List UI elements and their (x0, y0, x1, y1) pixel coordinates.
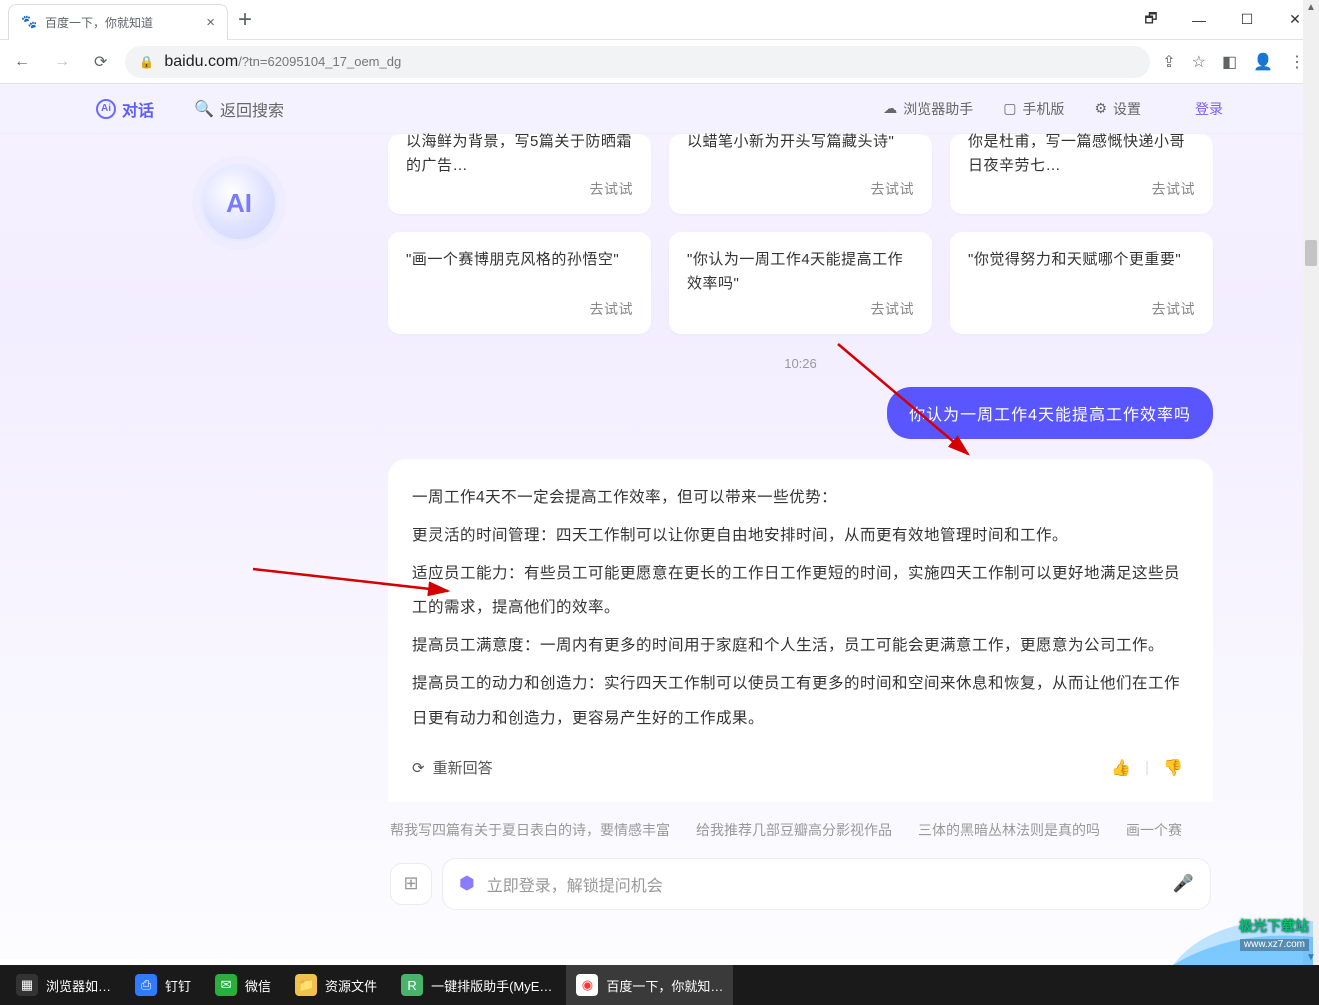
prompt-card[interactable]: "你认为一周工作4天能提高工作效率吗"去试试 (669, 232, 932, 334)
try-button[interactable]: 去试试 (1152, 298, 1196, 320)
new-tab-button[interactable]: + (238, 6, 252, 34)
baidu-favicon-icon: 🐾 (21, 14, 37, 30)
suggestion-cards-row1: 以海鲜为背景，写5篇关于防晒霜的广告…去试试 以蜡笔小新为开头写篇藏头诗"去试试… (388, 134, 1213, 214)
main-column: 以海鲜为背景，写5篇关于防晒霜的广告…去试试 以蜡笔小新为开头写篇藏头诗"去试试… (388, 134, 1319, 959)
gear-icon: ⚙ (1094, 100, 1107, 117)
back-to-search[interactable]: 🔍 返回搜索 (194, 97, 284, 121)
login-link[interactable]: 登录 (1195, 99, 1223, 119)
back-to-search-label: 返回搜索 (220, 97, 284, 121)
baidu-header: Ai 对话 🔍 返回搜索 ☁浏览器助手 ▢手机版 ⚙设置 登录 (0, 84, 1319, 134)
mobile-link[interactable]: ▢手机版 (1003, 99, 1064, 119)
url-text: baidu.com/?tn=62095104_17_oem_dg (164, 53, 401, 71)
prompt-card[interactable]: "你觉得努力和天赋哪个更重要"去试试 (950, 232, 1213, 334)
regenerate-button[interactable]: 重新回答 (433, 757, 493, 778)
taskbar-item[interactable]: R一键排版助手(MyE… (391, 965, 562, 1005)
side-panel-icon[interactable]: ◧ (1222, 52, 1237, 72)
ai-logo-icon: Ai (96, 99, 116, 119)
suggestion-chip[interactable]: 给我推荐几部豆瓣高分影视作品 (696, 820, 892, 840)
try-button[interactable]: 去试试 (871, 178, 915, 200)
prompt-card[interactable]: 你是杜甫，写一篇感慨快递小哥日夜辛劳七…去试试 (950, 134, 1213, 214)
watermark-title: 极光下载站 (1239, 919, 1309, 933)
chat-tab[interactable]: Ai 对话 (96, 97, 154, 121)
sidebar: AI (90, 134, 388, 959)
taskbar-item[interactable]: ▦浏览器如… (6, 965, 121, 1005)
taskbar-item[interactable]: 📁资源文件 (285, 965, 387, 1005)
taskbar-item[interactable]: ⎙钉钉 (125, 965, 201, 1005)
refresh-icon[interactable]: ⟳ (412, 759, 425, 777)
page-body: AI 以海鲜为背景，写5篇关于防晒霜的广告…去试试 以蜡笔小新为开头写篇藏头诗"… (0, 134, 1319, 959)
suggestion-chip[interactable]: 画一个赛 (1126, 820, 1182, 840)
ai-message: 一周工作4天不一定会提高工作效率，但可以带来一些优势： 更灵活的时间管理：四天工… (388, 459, 1213, 750)
prompt-card[interactable]: 以蜡笔小新为开头写篇藏头诗"去试试 (669, 134, 932, 214)
minimize-button[interactable]: — (1175, 0, 1223, 40)
scroll-up-icon[interactable]: ▲ (1303, 2, 1319, 13)
lock-icon: 🔒 (139, 55, 154, 69)
prompt-card[interactable]: "画一个赛博朋克风格的孙悟空"去试试 (388, 232, 651, 334)
watermark-url: www.xz7.com (1240, 939, 1309, 951)
back-button[interactable]: ← (8, 47, 36, 77)
try-button[interactable]: 去试试 (590, 178, 634, 200)
chat-tab-label: 对话 (122, 97, 154, 121)
cube-icon: ⬢ (459, 873, 475, 894)
window-controls: 🗗 — ☐ ✕ (1127, 0, 1319, 40)
suggestion-chip[interactable]: 三体的黑暗丛林法则是真的吗 (918, 820, 1100, 840)
browser-helper-link[interactable]: ☁浏览器助手 (883, 99, 973, 119)
history-button[interactable]: ⊞ (390, 863, 432, 905)
maximize-button[interactable]: ☐ (1223, 0, 1271, 40)
browser-tab[interactable]: 🐾 百度一下，你就知道 × (8, 4, 228, 40)
browser-toolbar: ← → ⟳ 🔒 baidu.com/?tn=62095104_17_oem_dg… (0, 40, 1319, 84)
profile-icon[interactable]: 👤 (1253, 52, 1273, 72)
tab-title: 百度一下，你就知道 (45, 14, 198, 31)
share-icon[interactable]: ⇪ (1162, 52, 1175, 72)
suggestion-chip[interactable]: 帮我写四篇有关于夏日表白的诗，要情感丰富 (390, 820, 670, 840)
scroll-thumb[interactable] (1305, 240, 1317, 266)
forward-button[interactable]: → (48, 47, 76, 77)
chat-input-placeholder: 立即登录，解锁提问机会 (487, 872, 663, 896)
tab-close-icon[interactable]: × (206, 14, 215, 31)
settings-link[interactable]: ⚙设置 (1094, 99, 1141, 119)
watermark: 极光下载站 www.xz7.com (1173, 913, 1313, 965)
restore-down-button[interactable]: 🗗 (1127, 0, 1175, 40)
browser-titlebar: 🐾 百度一下，你就知道 × + 🗗 — ☐ ✕ (0, 0, 1319, 40)
windows-taskbar: ▦浏览器如… ⎙钉钉 ✉微信 📁资源文件 R一键排版助手(MyE… ◉百度一下，… (0, 965, 1319, 1005)
cloud-icon: ☁ (883, 100, 897, 117)
try-button[interactable]: 去试试 (590, 298, 634, 320)
thumbs-down-button[interactable]: 👎 (1157, 754, 1189, 782)
try-button[interactable]: 去试试 (1152, 178, 1196, 200)
taskbar-item[interactable]: ◉百度一下，你就知… (566, 965, 733, 1005)
reload-button[interactable]: ⟳ (88, 46, 113, 78)
timestamp: 10:26 (388, 356, 1213, 371)
mic-icon[interactable]: 🎤 (1173, 874, 1194, 894)
search-icon: 🔍 (194, 99, 214, 119)
user-message: 你认为一周工作4天能提高工作效率吗 (887, 387, 1213, 439)
input-bar: ⊞ ⬢ 立即登录，解锁提问机会 🎤 (388, 858, 1213, 916)
bookmark-icon[interactable]: ☆ (1192, 52, 1206, 72)
chat-input[interactable]: ⬢ 立即登录，解锁提问机会 🎤 (442, 858, 1211, 910)
suggestion-cards-row2: "画一个赛博朋克风格的孙悟空"去试试 "你认为一周工作4天能提高工作效率吗"去试… (388, 232, 1213, 334)
mobile-icon: ▢ (1003, 100, 1016, 117)
try-button[interactable]: 去试试 (871, 298, 915, 320)
ai-avatar: AI (200, 164, 278, 242)
prompt-card[interactable]: 以海鲜为背景，写5篇关于防晒霜的广告…去试试 (388, 134, 651, 214)
suggestion-chips: 帮我写四篇有关于夏日表白的诗，要情感丰富 给我推荐几部豆瓣高分影视作品 三体的黑… (388, 802, 1213, 858)
taskbar-item[interactable]: ✉微信 (205, 965, 281, 1005)
message-footer: ⟳ 重新回答 👍 | 👎 (388, 750, 1213, 802)
address-bar[interactable]: 🔒 baidu.com/?tn=62095104_17_oem_dg (125, 46, 1150, 78)
window-scrollbar[interactable]: ▲ ▼ (1303, 0, 1319, 965)
thumbs-up-button[interactable]: 👍 (1105, 754, 1137, 782)
